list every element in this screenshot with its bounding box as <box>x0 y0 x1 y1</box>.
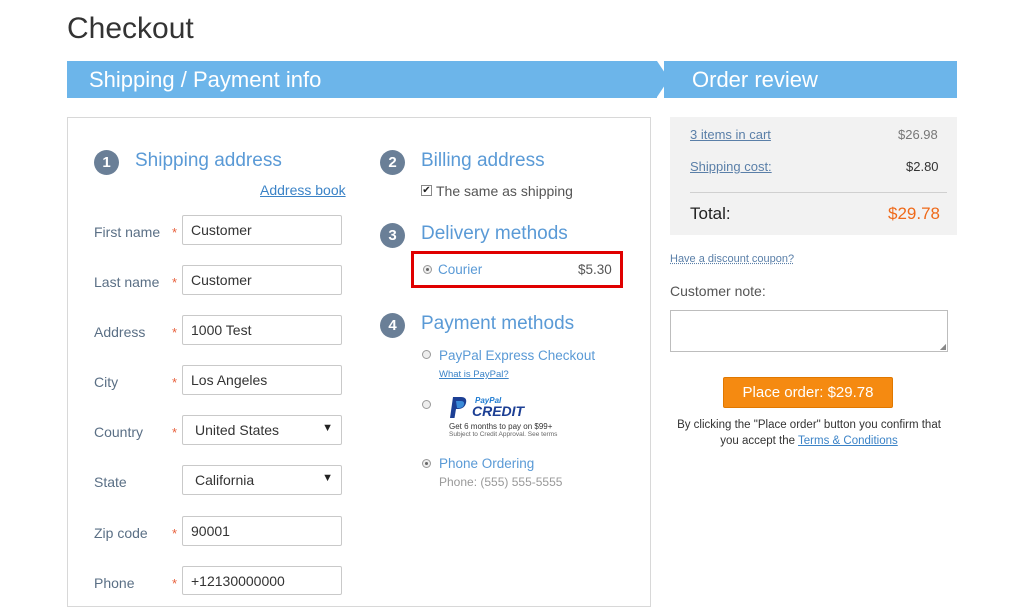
items-in-cart-link[interactable]: 3 items in cart <box>690 127 771 142</box>
phone-ordering-radio[interactable] <box>422 459 431 468</box>
paypal-credit-line2: Subject to Credit Approval. See terms <box>449 431 558 438</box>
paypal-credit-logo-text: CREDIT <box>472 403 525 419</box>
step-4-badge: 4 <box>380 313 405 338</box>
step-2-badge: 2 <box>380 150 405 175</box>
required-mark: * <box>172 225 178 240</box>
zip-input[interactable]: 90001 <box>182 516 342 546</box>
paypal-credit-line1: Get 6 months to pay on $99+ <box>449 422 553 431</box>
address-label: Address <box>94 324 146 340</box>
required-mark: * <box>172 325 178 340</box>
shipping-address-title: Shipping address <box>135 150 282 171</box>
phone-input[interactable]: +12130000000 <box>182 566 342 595</box>
required-mark: * <box>172 375 178 390</box>
required-mark: * <box>172 526 178 541</box>
last-name-input[interactable]: Customer <box>182 265 342 295</box>
city-input[interactable]: Los Angeles <box>182 365 342 395</box>
country-label: Country <box>94 424 144 440</box>
header-arrow <box>657 61 669 97</box>
billing-address-title: Billing address <box>421 150 545 171</box>
same-as-shipping-label: The same as shipping <box>436 183 573 199</box>
address-book-link[interactable]: Address book <box>260 182 346 198</box>
terms-text-prefix: you accept the <box>720 435 799 447</box>
what-is-paypal-link[interactable]: What is PayPal? <box>439 369 509 380</box>
terms-text-line1: By clicking the "Place order" button you… <box>677 419 941 431</box>
terms-notice: By clicking the "Place order" button you… <box>670 417 948 449</box>
total-label: Total: <box>690 204 731 223</box>
shipping-payment-header: Shipping / Payment info <box>67 61 657 98</box>
discount-coupon-link[interactable]: Have a discount coupon? <box>670 253 794 265</box>
courier-label[interactable]: Courier <box>438 262 482 277</box>
paypal-credit-radio[interactable] <box>422 400 431 409</box>
shipping-cost-value: $2.80 <box>906 159 939 174</box>
state-label: State <box>94 474 127 490</box>
total-value: $29.78 <box>888 204 940 223</box>
chevron-down-icon: ▼ <box>322 422 333 434</box>
delivery-methods-title: Delivery methods <box>421 223 568 244</box>
courier-price: $5.30 <box>578 262 612 277</box>
place-order-button[interactable]: Place order: $29.78 <box>723 377 893 408</box>
same-as-shipping-checkbox[interactable]: ✔ <box>421 185 432 196</box>
phone-label: Phone <box>94 575 135 591</box>
required-mark: * <box>172 576 178 591</box>
paypal-p-logo <box>449 396 469 420</box>
resize-handle-icon: ◢ <box>939 342 946 351</box>
review-divider <box>690 192 947 193</box>
step-3-badge: 3 <box>380 223 405 248</box>
step-1-badge: 1 <box>94 150 119 175</box>
address-input[interactable]: 1000 Test <box>182 315 342 345</box>
customer-note-label: Customer note: <box>670 283 766 299</box>
first-name-label: First name <box>94 224 161 240</box>
order-review-header: Order review <box>664 61 957 98</box>
payment-methods-title: Payment methods <box>421 313 575 334</box>
courier-radio[interactable] <box>423 265 432 274</box>
paypal-express-radio[interactable] <box>422 350 431 359</box>
chevron-down-icon: ▼ <box>322 472 333 484</box>
first-name-input[interactable]: Customer <box>182 215 342 245</box>
required-mark: * <box>172 425 178 440</box>
terms-conditions-link[interactable]: Terms & Conditions <box>798 435 898 447</box>
required-mark: * <box>172 275 178 290</box>
items-value: $26.98 <box>898 127 938 142</box>
shipping-cost-link[interactable]: Shipping cost: <box>690 159 772 174</box>
city-label: City <box>94 374 119 390</box>
country-select[interactable]: United States ▼ <box>182 415 342 445</box>
state-select[interactable]: California ▼ <box>182 465 342 495</box>
last-name-label: Last name <box>94 274 160 290</box>
page-title: Checkout <box>67 12 194 45</box>
customer-note-textarea[interactable]: ◢ <box>670 310 948 352</box>
paypal-express-label[interactable]: PayPal Express Checkout <box>439 348 595 363</box>
state-select-value: California <box>195 472 255 488</box>
phone-ordering-note: Phone: (555) 555-5555 <box>439 475 563 489</box>
zip-label: Zip code <box>94 525 148 541</box>
phone-ordering-label[interactable]: Phone Ordering <box>439 456 534 471</box>
terms-text-line2: you accept the Terms & Conditions <box>670 433 948 449</box>
country-select-value: United States <box>195 422 280 438</box>
